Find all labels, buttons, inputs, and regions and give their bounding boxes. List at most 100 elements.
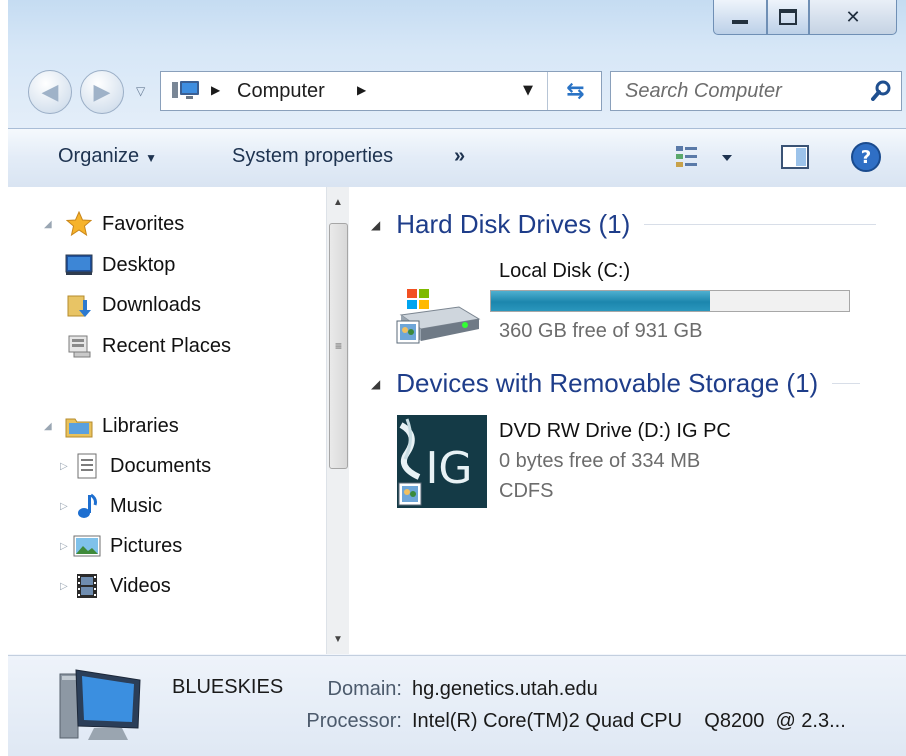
sidebar-item-recent-places[interactable]: Recent Places xyxy=(64,333,231,359)
group-header-removable-storage[interactable]: ◢ Devices with Removable Storage (1) xyxy=(371,368,861,399)
address-history-dropdown-icon[interactable]: ▼ xyxy=(523,83,533,98)
sidebar-item-label: Pictures xyxy=(110,534,183,557)
breadcrumb-arrow-icon[interactable]: ▶ xyxy=(211,83,220,97)
minimize-icon xyxy=(732,20,748,24)
drive-name: DVD RW Drive (D:) IG PC xyxy=(499,420,731,442)
maximize-icon xyxy=(779,9,797,25)
sidebar-item-downloads[interactable]: Downloads xyxy=(64,292,201,318)
sidebar-item-label: Downloads xyxy=(102,293,201,316)
desktop-icon xyxy=(64,252,94,278)
expand-triangle-icon[interactable]: ▷ xyxy=(60,541,74,552)
star-icon xyxy=(64,211,94,237)
scroll-thumb[interactable]: ≡ xyxy=(329,223,348,469)
help-icon: ? xyxy=(851,142,881,172)
group-header-hard-disk-drives[interactable]: ◢ Hard Disk Drives (1) xyxy=(371,209,877,240)
search-icon[interactable] xyxy=(871,79,893,105)
sidebar-item-label: Libraries xyxy=(102,414,179,437)
system-properties-label: System properties xyxy=(232,145,394,167)
search-input[interactable]: Search Computer xyxy=(625,80,782,103)
group-divider xyxy=(832,383,861,384)
drive-name: Local Disk (C:) xyxy=(499,260,631,282)
dvd-drive-icon: IG xyxy=(397,415,487,508)
hard-drive-icon xyxy=(393,285,483,352)
recent-pages-dropdown[interactable]: ▽ xyxy=(136,84,145,98)
organize-button[interactable]: Organize ▼ xyxy=(58,145,157,168)
sidebar-item-label: Music xyxy=(110,494,163,517)
pictures-icon xyxy=(72,533,102,559)
details-pane: BLUESKIES Domain: hg.genetics.utah.edu P… xyxy=(8,655,906,756)
svg-text:?: ? xyxy=(861,147,871,168)
sidebar-item-favorites[interactable]: ◢ Favorites xyxy=(44,211,184,237)
computer-icon xyxy=(171,80,201,106)
sidebar-item-pictures[interactable]: ▷ Pictures xyxy=(60,533,183,559)
maximize-button[interactable] xyxy=(767,0,809,35)
preview-pane-button[interactable] xyxy=(780,143,810,176)
forward-button[interactable]: ▶ xyxy=(80,70,124,114)
system-properties-button[interactable]: System properties xyxy=(232,145,393,168)
drive-filesystem: CDFS xyxy=(499,480,554,502)
expand-triangle-icon[interactable]: ▷ xyxy=(60,461,74,472)
collapse-triangle-icon[interactable]: ◢ xyxy=(44,421,58,432)
collapse-triangle-icon[interactable]: ◢ xyxy=(44,219,58,230)
title-bar: ✕ ◀ ▶ ▽ ▶ Computer ▶ ▼ ⇆ Search Computer xyxy=(8,0,906,128)
computer-name: BLUESKIES xyxy=(172,676,284,698)
help-button[interactable]: ? xyxy=(850,141,882,178)
caption-buttons: ✕ xyxy=(713,0,897,36)
navigation-pane: ◢ Favorites Desktop Downloads Recent Pla… xyxy=(8,187,349,654)
minimize-button[interactable] xyxy=(713,0,767,35)
expand-triangle-icon[interactable]: ▷ xyxy=(60,581,74,592)
computer-monitor-icon xyxy=(56,666,146,753)
back-arrow-icon: ◀ xyxy=(41,79,59,105)
explorer-window: ✕ ◀ ▶ ▽ ▶ Computer ▶ ▼ ⇆ Search Computer… xyxy=(8,0,906,756)
scroll-up-icon[interactable]: ▲ xyxy=(327,191,349,213)
refresh-button[interactable]: ⇆ xyxy=(547,72,603,110)
sidebar-item-videos[interactable]: ▷ Videos xyxy=(60,573,171,599)
sidebar-item-label: Videos xyxy=(110,574,171,597)
scroll-down-icon[interactable]: ▼ xyxy=(327,628,349,650)
sidebar-item-label: Documents xyxy=(110,454,212,477)
collapse-group-icon[interactable]: ◢ xyxy=(371,377,380,391)
domain-value: hg.genetics.utah.edu xyxy=(412,678,598,700)
chevron-down-icon: ▼ xyxy=(145,151,158,165)
documents-icon xyxy=(72,453,102,479)
search-box[interactable]: Search Computer xyxy=(610,71,902,111)
command-bar: Organize ▼ System properties » ? xyxy=(8,128,906,188)
sidebar-item-label: Recent Places xyxy=(102,334,231,357)
close-icon: ✕ xyxy=(845,6,861,28)
processor-label: Processor: xyxy=(306,710,402,732)
music-icon xyxy=(72,493,102,519)
overflow-icon: » xyxy=(454,145,466,167)
expand-triangle-icon[interactable]: ▷ xyxy=(60,501,74,512)
breadcrumb-arrow-icon[interactable]: ▶ xyxy=(357,83,366,97)
refresh-icon: ⇆ xyxy=(566,78,585,104)
preview-pane-icon xyxy=(781,145,809,169)
sidebar-item-libraries[interactable]: ◢ Libraries xyxy=(44,413,179,439)
breadcrumb-computer[interactable]: Computer xyxy=(237,80,325,103)
content-pane: ◢ Hard Disk Drives (1) Local Disk (C:) 3… xyxy=(349,187,906,654)
group-header-label: Devices with Removable Storage (1) xyxy=(396,368,819,398)
processor-value: Intel(R) Core(TM)2 Quad CPU Q8200 @ 2.3.… xyxy=(412,710,846,732)
libraries-icon xyxy=(64,413,94,439)
downloads-icon xyxy=(64,292,94,318)
close-button[interactable]: ✕ xyxy=(809,0,897,35)
collapse-group-icon[interactable]: ◢ xyxy=(371,218,380,232)
domain-label: Domain: xyxy=(327,678,402,700)
navigation-scrollbar[interactable]: ▲ ≡ ▼ xyxy=(326,187,349,654)
sidebar-item-desktop[interactable]: Desktop xyxy=(64,252,175,278)
drive-free-space: 0 bytes free of 334 MB xyxy=(499,450,701,472)
disk-usage-fill xyxy=(491,291,711,311)
back-button[interactable]: ◀ xyxy=(28,70,72,114)
drive-free-space: 360 GB free of 931 GB xyxy=(499,320,703,342)
sidebar-item-label: Favorites xyxy=(102,212,185,235)
sidebar-item-label: Desktop xyxy=(102,253,176,276)
group-header-label: Hard Disk Drives (1) xyxy=(396,209,631,239)
view-details-icon xyxy=(676,146,732,167)
disk-usage-bar xyxy=(490,290,850,312)
sidebar-item-documents[interactable]: ▷ Documents xyxy=(60,453,212,479)
organize-label: Organize xyxy=(58,145,140,167)
change-view-button[interactable] xyxy=(674,143,734,176)
sidebar-item-music[interactable]: ▷ Music xyxy=(60,493,163,519)
forward-arrow-icon: ▶ xyxy=(93,79,111,105)
address-bar[interactable]: ▶ Computer ▶ ▼ ⇆ xyxy=(160,71,602,111)
more-commands-button[interactable]: » xyxy=(454,145,465,168)
